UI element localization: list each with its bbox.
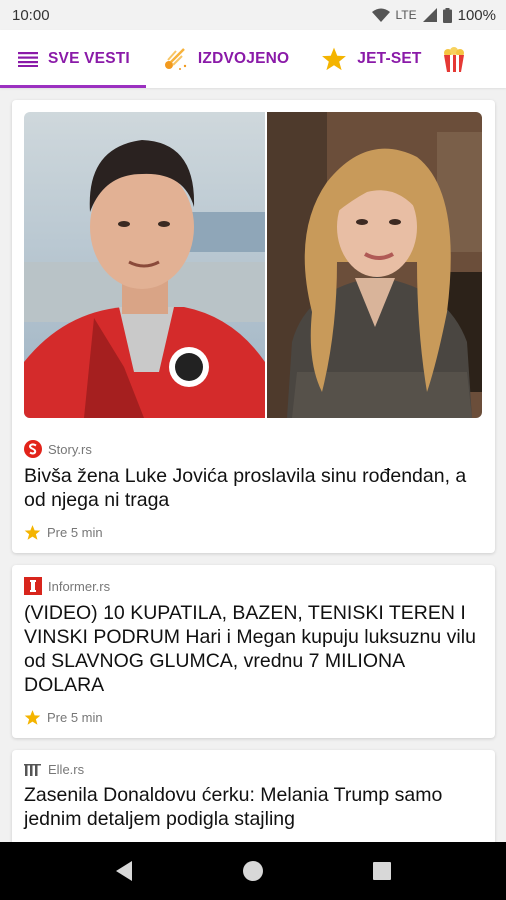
- article-headline[interactable]: Zasenila Donaldovu ćerku: Melania Trump …: [24, 783, 483, 831]
- star-icon: [322, 47, 347, 71]
- article-headline[interactable]: Bivša žena Luke Jovića proslavila sinu r…: [24, 464, 483, 512]
- article-meta: Pre 5 min: [24, 524, 483, 541]
- article-photo-right: [267, 112, 482, 418]
- popcorn-icon: [443, 47, 464, 72]
- star-icon[interactable]: [24, 709, 41, 726]
- article-time: Pre 5 min: [47, 525, 103, 540]
- article-card[interactable]: Informer.rs (VIDEO) 10 KUPATILA, BAZEN, …: [12, 565, 495, 738]
- article-card[interactable]: Elle.rs Zasenila Donaldovu ćerku: Melani…: [12, 750, 495, 855]
- article-headline[interactable]: (VIDEO) 10 KUPATILA, BAZEN, TENISKI TERE…: [24, 601, 483, 697]
- source-name: Story.rs: [48, 441, 92, 457]
- menu-icon: [18, 52, 38, 67]
- tab-label: IZDVOJENO: [197, 50, 290, 67]
- tab-sve-vesti[interactable]: SVE VESTI: [0, 30, 146, 88]
- article-source: Informer.rs: [24, 577, 483, 595]
- recents-icon[interactable]: [372, 861, 392, 881]
- news-feed: Story.rs Bivša žena Luke Jovića proslavi…: [12, 100, 495, 867]
- article-photo-left: [24, 112, 265, 418]
- informer-logo-icon: [24, 577, 42, 595]
- status-bar: 10:00 LTE 100%: [0, 0, 506, 30]
- article-source: Elle.rs: [24, 762, 483, 777]
- source-name: Elle.rs: [48, 762, 85, 777]
- article-source: Story.rs: [24, 440, 483, 458]
- tab-izdvojeno[interactable]: IZDVOJENO: [146, 30, 305, 88]
- elle-logo-icon: [24, 763, 41, 776]
- article-time: Pre 5 min: [47, 710, 103, 725]
- comet-icon: [164, 48, 187, 70]
- back-icon[interactable]: [114, 860, 134, 882]
- tab-jet-set[interactable]: JET-SET: [305, 30, 437, 88]
- battery-icon: [442, 7, 452, 23]
- wifi-icon: [371, 8, 390, 22]
- network-type: LTE: [395, 8, 417, 22]
- category-tab-bar: SVE VESTI IZDVOJENO JET-SET: [0, 30, 506, 88]
- source-name: Informer.rs: [48, 578, 111, 594]
- article-image[interactable]: [24, 112, 482, 418]
- story-logo-icon: [24, 440, 42, 458]
- home-icon[interactable]: [241, 859, 265, 883]
- system-nav-bar: [0, 842, 506, 900]
- status-icons: LTE 100%: [371, 6, 496, 24]
- article-card[interactable]: Story.rs Bivša žena Luke Jovića proslavi…: [12, 100, 495, 553]
- star-icon[interactable]: [24, 524, 41, 541]
- tab-label: JET-SET: [357, 50, 422, 67]
- battery-percent: 100%: [457, 6, 496, 24]
- tab-popcorn[interactable]: [438, 30, 482, 88]
- tab-label: SVE VESTI: [48, 50, 130, 67]
- article-meta: Pre 5 min: [24, 709, 483, 726]
- cell-signal-icon: [422, 8, 437, 22]
- status-time: 10:00: [12, 6, 50, 24]
